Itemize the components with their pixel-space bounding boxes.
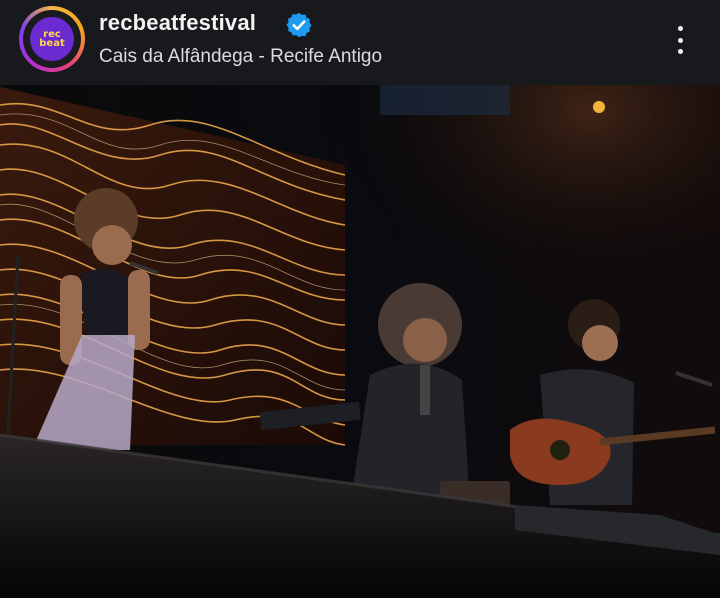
- post-photo[interactable]: [0, 85, 720, 598]
- concert-photo: [0, 85, 720, 598]
- avatar-logo: rec beat: [30, 17, 74, 61]
- menu-dot: [677, 49, 683, 54]
- stage-lights: [380, 85, 510, 115]
- menu-dot: [677, 26, 683, 31]
- more-options-icon[interactable]: [668, 22, 692, 58]
- story-ring[interactable]: rec beat: [19, 6, 85, 72]
- verified-badge-icon: [286, 12, 312, 38]
- post-header: rec beat recbeatfestival Cais da Alfânde…: [0, 0, 720, 85]
- avatar[interactable]: rec beat: [23, 10, 81, 68]
- location-link[interactable]: Cais da Alfândega - Recife Antigo: [99, 46, 382, 68]
- avatar-text-bottom: beat: [39, 38, 65, 49]
- username-link[interactable]: recbeatfestival: [99, 10, 256, 36]
- menu-dot: [677, 37, 683, 43]
- stage-light: [593, 101, 605, 113]
